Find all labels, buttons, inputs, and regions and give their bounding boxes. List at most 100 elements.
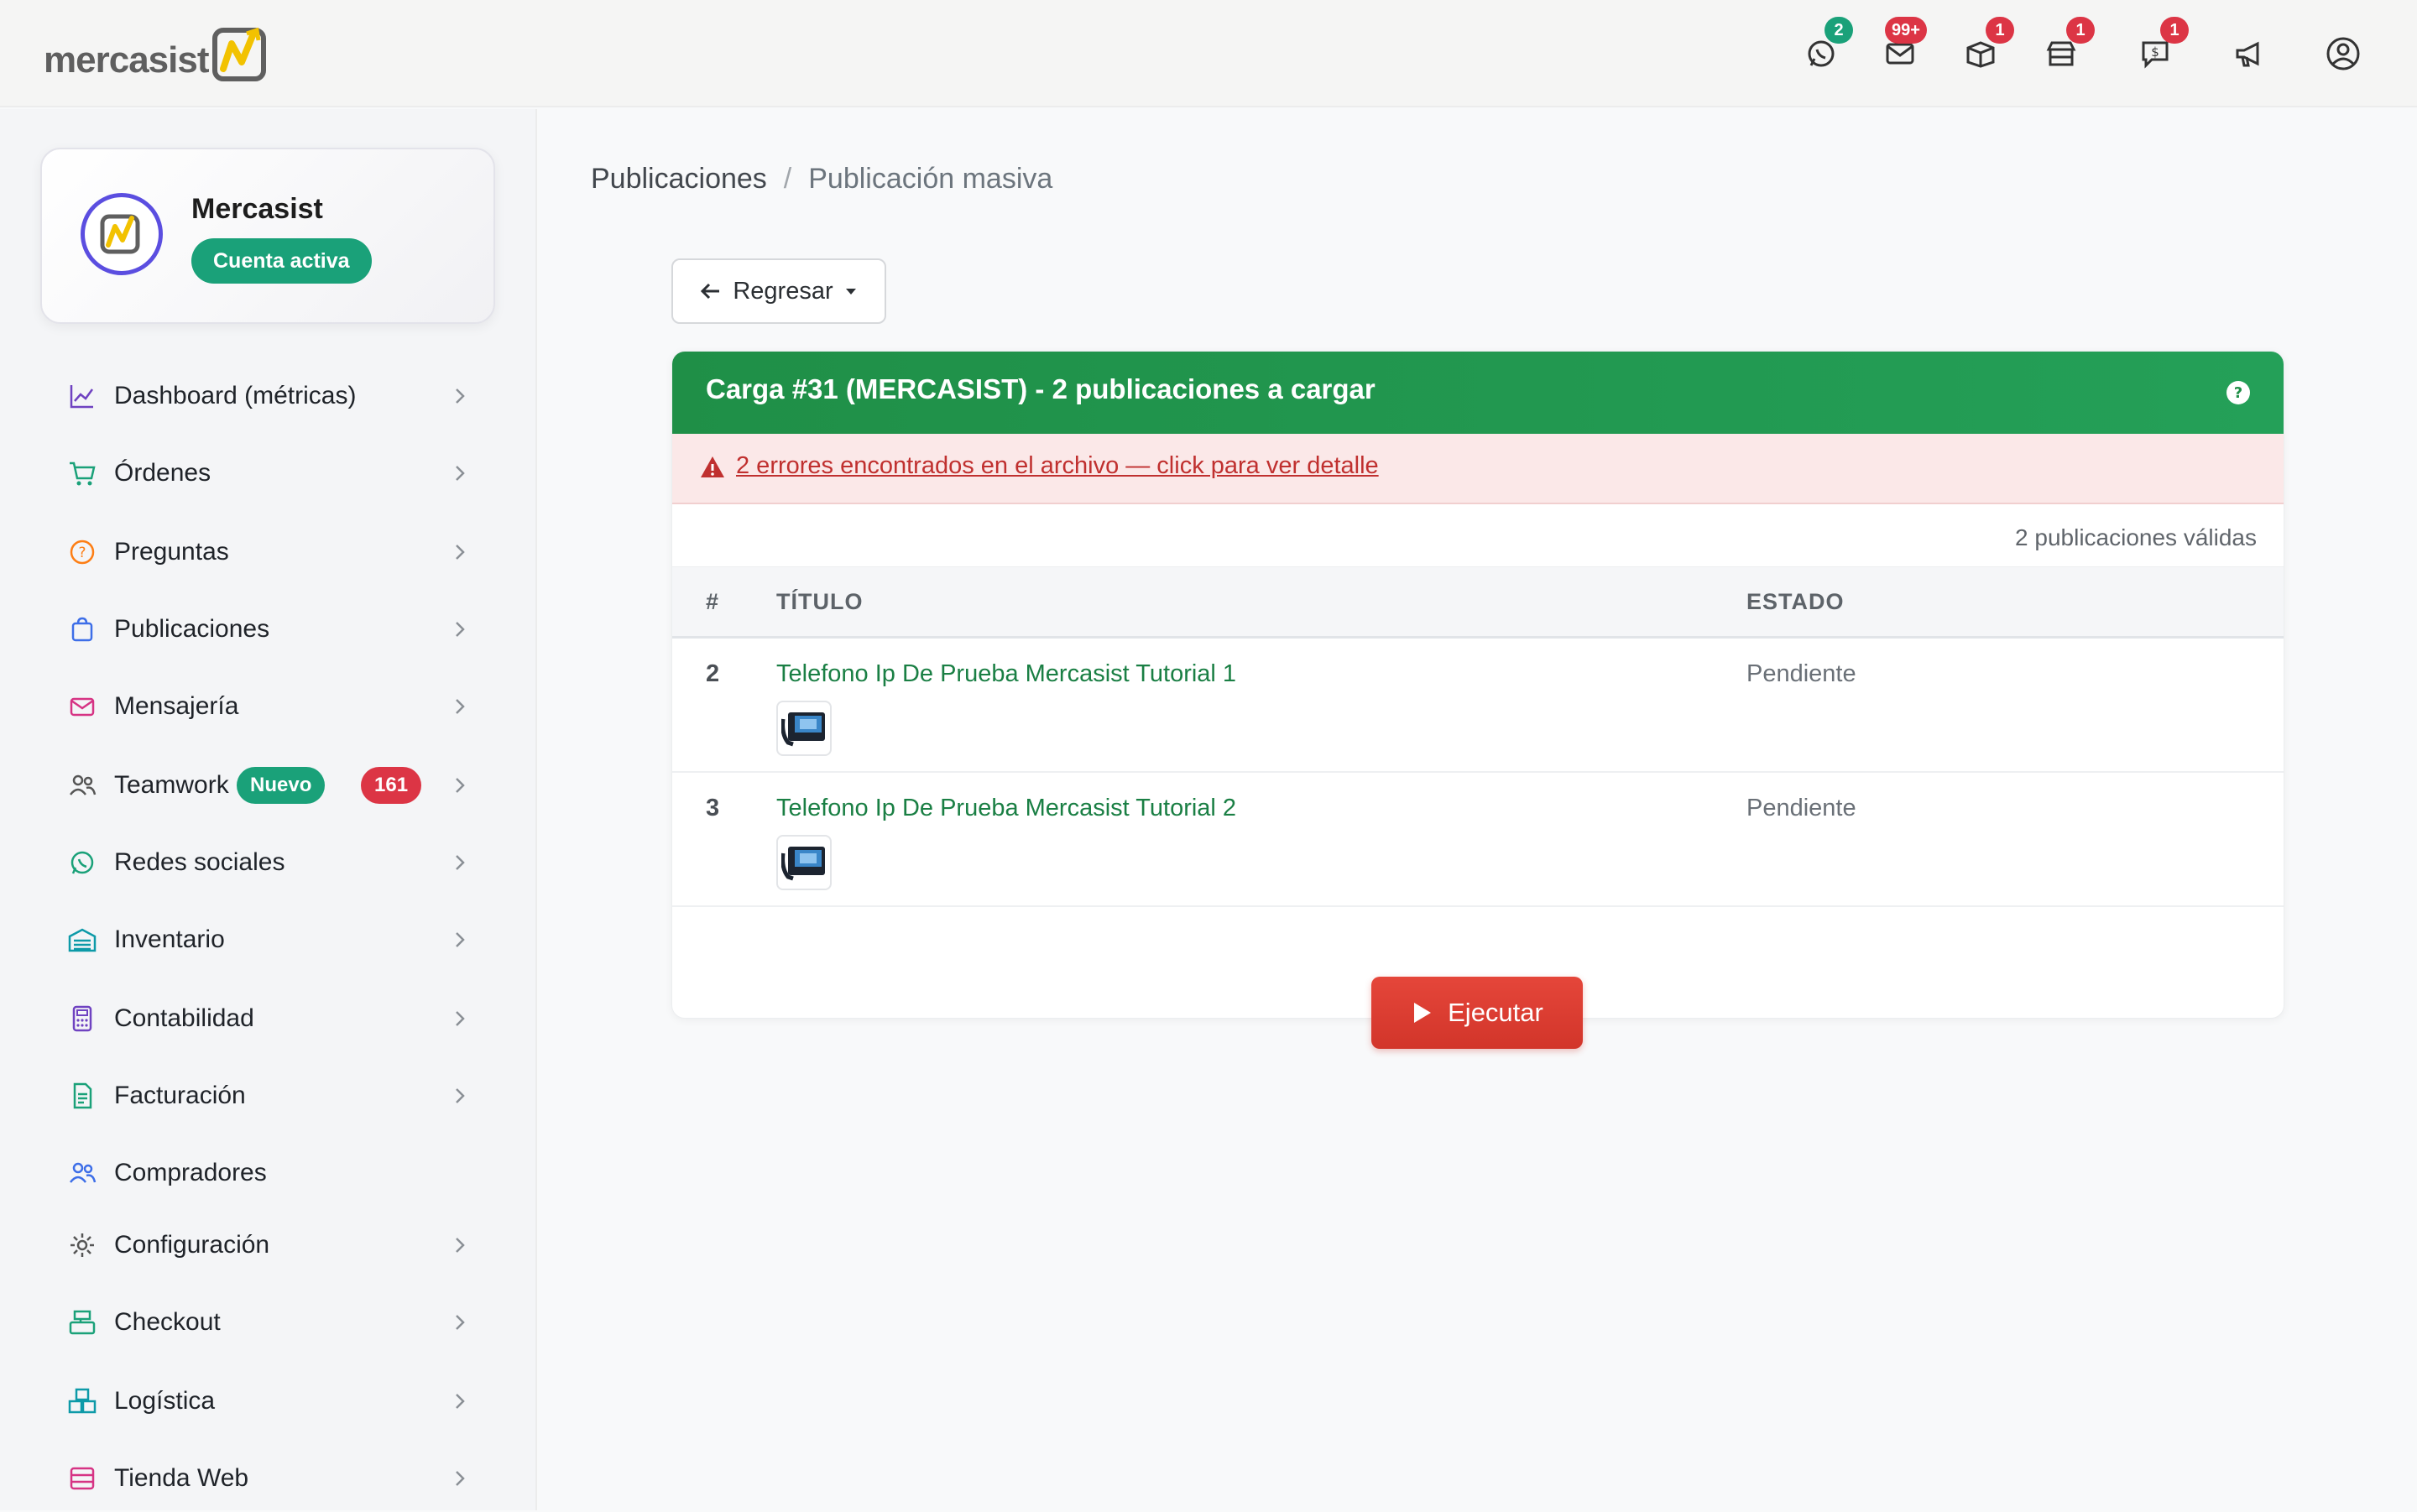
breadcrumb-current: Publicación masiva: [808, 163, 1053, 195]
new-badge: Nuevo: [237, 767, 326, 804]
sidebar-item-label: Órdenes: [114, 459, 211, 487]
status-text: Pendiente: [1746, 795, 1856, 821]
whatsapp-icon[interactable]: 2: [1804, 17, 1853, 70]
sidebar: Mercasist Cuenta activa Dashboard (métri…: [0, 109, 537, 1510]
sidebar-item-label: Inventario: [114, 925, 225, 953]
box-badge: 1: [1986, 17, 2014, 44]
publication-title-link[interactable]: Telefono Ip De Prueba Mercasist Tutorial…: [776, 660, 1236, 688]
megaphone-icon[interactable]: [2232, 37, 2266, 70]
sidebar-item-label: Redes sociales: [114, 848, 285, 876]
people-icon: [67, 770, 97, 800]
row-number: 2: [706, 660, 720, 687]
table-row: 3 Telefono Ip De Prueba Mercasist Tutori…: [672, 773, 2284, 907]
table-row: 2 Telefono Ip De Prueba Mercasist Tutori…: [672, 639, 2284, 773]
svg-text:?: ?: [78, 545, 86, 561]
play-icon: [1414, 1003, 1432, 1023]
chevron-right-icon: [448, 693, 472, 720]
sidebar-item-label: Tienda Web: [114, 1464, 249, 1492]
sidebar-item-label: Publicaciones: [114, 615, 270, 643]
gear-icon: [67, 1230, 97, 1260]
sidebar-item-contabilidad[interactable]: Contabilidad: [0, 985, 537, 1052]
chevron-right-icon: [448, 616, 472, 643]
chevron-right-icon: [448, 1232, 472, 1259]
count-badge: 161: [361, 767, 422, 804]
envelope-icon: [67, 691, 97, 722]
main-content: Publicaciones / Publicación masiva Regre…: [539, 109, 2417, 1510]
sidebar-item-logistica[interactable]: Logística: [0, 1368, 537, 1435]
users-icon: [67, 1158, 97, 1188]
sidebar-item-label: Preguntas: [114, 538, 229, 566]
product-thumbnail[interactable]: [776, 835, 832, 890]
chevron-right-icon: [448, 849, 472, 876]
svg-text:$: $: [2151, 44, 2159, 60]
mail-badge: 99+: [1885, 17, 1927, 44]
top-bar: mercasist 2 99+ 1 1 $ 1: [0, 0, 2417, 107]
sidebar-item-label: Checkout: [114, 1308, 221, 1336]
sidebar-item-tienda-web[interactable]: Tienda Web: [0, 1445, 537, 1512]
sidebar-item-configuracion[interactable]: Configuración: [0, 1212, 537, 1279]
sidebar-item-label: Logística: [114, 1387, 216, 1415]
execute-button[interactable]: Ejecutar: [1371, 977, 1583, 1049]
error-detail-link[interactable]: 2 errores encontrados en el archivo — cl…: [736, 452, 1379, 480]
box-icon[interactable]: 1: [1964, 17, 2014, 70]
sidebar-item-dashboard[interactable]: Dashboard (métricas): [0, 362, 537, 430]
sidebar-item-label: Facturación: [114, 1082, 246, 1109]
sidebar-item-preguntas[interactable]: ? Preguntas: [0, 519, 537, 586]
error-alert: 2 errores encontrados en el archivo — cl…: [672, 434, 2284, 504]
cart-icon: [67, 458, 97, 488]
sidebar-item-teamwork[interactable]: Teamwork Nuevo 161: [0, 752, 537, 819]
profile-card[interactable]: Mercasist Cuenta activa: [40, 148, 495, 324]
breadcrumb-separator: /: [783, 163, 792, 195]
chevron-right-icon: [448, 460, 472, 487]
chevron-right-icon: [448, 772, 472, 799]
profile-name: Mercasist: [191, 193, 323, 225]
whatsapp-badge: 2: [1824, 17, 1853, 44]
chart-line-icon: [67, 381, 97, 411]
avatar: [81, 193, 163, 275]
sidebar-item-mensajeria[interactable]: Mensajería: [0, 673, 537, 740]
column-header-title: TÍTULO: [776, 589, 864, 614]
sidebar-item-inventario[interactable]: Inventario: [0, 906, 537, 973]
mail-icon[interactable]: 99+: [1883, 17, 1927, 70]
sidebar-item-redes-sociales[interactable]: Redes sociales: [0, 829, 537, 896]
sidebar-item-publicaciones[interactable]: Publicaciones: [0, 596, 537, 663]
help-icon[interactable]: ?: [2225, 379, 2252, 406]
warning-triangle-icon: [701, 456, 724, 477]
chevron-right-icon: [448, 926, 472, 953]
logo-mark-icon: [100, 214, 140, 254]
bag-icon: [67, 614, 97, 644]
calculator-icon: [67, 1004, 97, 1034]
column-header-num: #: [706, 589, 720, 614]
chevron-right-icon: [448, 1082, 472, 1109]
shop-icon: [67, 1463, 97, 1494]
ip-phone-image-icon: [781, 847, 825, 881]
dollar-chat-icon[interactable]: $ 1: [2138, 17, 2189, 70]
chevron-right-icon: [448, 1309, 472, 1336]
chevron-right-icon: [448, 539, 472, 566]
ip-phone-image-icon: [781, 712, 825, 747]
boxes-icon: [67, 1386, 97, 1416]
store-icon[interactable]: 1: [2044, 17, 2095, 70]
sidebar-item-label: Contabilidad: [114, 1004, 254, 1032]
upload-card: Carga #31 (MERCASIST) - 2 publicaciones …: [671, 351, 2284, 1019]
publication-title-link[interactable]: Telefono Ip De Prueba Mercasist Tutorial…: [776, 795, 1236, 822]
breadcrumb-parent[interactable]: Publicaciones: [591, 163, 767, 196]
sidebar-item-checkout[interactable]: Checkout: [0, 1289, 537, 1356]
sidebar-item-label: Mensajería: [114, 692, 239, 720]
account-status-badge: Cuenta activa: [191, 238, 372, 284]
status-text: Pendiente: [1746, 660, 1856, 687]
chevron-right-icon: [448, 1465, 472, 1492]
user-circle-icon[interactable]: [2325, 35, 2362, 72]
chevron-right-icon: [448, 383, 472, 409]
sidebar-item-facturacion[interactable]: Facturación: [0, 1062, 537, 1129]
sidebar-item-compradores[interactable]: Compradores: [0, 1139, 537, 1207]
sidebar-item-ordenes[interactable]: Órdenes: [0, 440, 537, 507]
product-thumbnail[interactable]: [776, 701, 832, 756]
question-circle-icon: ?: [67, 537, 97, 567]
whatsapp-icon: [67, 847, 97, 878]
table-header: # TÍTULO ESTADO: [672, 566, 2284, 639]
back-button[interactable]: Regresar: [671, 258, 886, 324]
sidebar-item-label: Dashboard (métricas): [114, 382, 357, 409]
column-header-status: ESTADO: [1746, 589, 1845, 614]
valid-count: 2 publicaciones válidas: [2015, 524, 2257, 550]
